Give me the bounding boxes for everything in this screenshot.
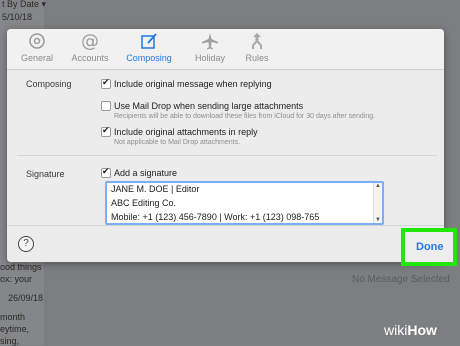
signature-line: ABC Editing Co.: [111, 198, 177, 208]
option-label: Add a signature: [114, 168, 178, 178]
tab-composing[interactable]: Composing: [120, 31, 178, 67]
watermark-how: How: [407, 322, 437, 338]
list-date: 5/10/18: [2, 12, 33, 22]
sort-by-date[interactable]: t By Date ▾: [2, 0, 46, 10]
list-date: 26/09/18: [8, 293, 44, 303]
include-attachments-option[interactable]: Include original attachments in reply: [101, 125, 258, 138]
scroll-up-icon[interactable]: ▲: [375, 183, 381, 189]
use-mail-drop-option[interactable]: Use Mail Drop when sending large attachm…: [101, 100, 304, 112]
tab-holiday[interactable]: Holiday: [190, 31, 230, 67]
scroll-down-icon[interactable]: ▼: [375, 217, 381, 223]
signature-section-label: Signature: [26, 169, 65, 179]
watermark-wiki: wiki: [384, 322, 408, 338]
done-button[interactable]: Done: [416, 241, 444, 253]
list-snippet: eytime,: [0, 324, 30, 334]
option-label: Use Mail Drop when sending large attachm…: [114, 101, 304, 111]
signature-line: Mobile: +1 (123) 456-7890 | Work: +1 (12…: [111, 212, 320, 222]
tab-label: General: [20, 53, 54, 63]
option-label: Include original message when replying: [114, 79, 272, 89]
checkbox-checked[interactable]: [101, 166, 111, 178]
include-original-message-option[interactable]: Include original message when replying: [101, 77, 272, 90]
tab-rules[interactable]: Rules: [239, 31, 275, 67]
at-icon: @: [81, 31, 99, 51]
option-label: Include original attachments in reply: [114, 127, 258, 137]
signature-textarea[interactable]: JANE M. DOE | Editor ABC Editing Co. Mob…: [105, 181, 384, 225]
tab-label: Rules: [245, 53, 269, 63]
dialog-footer: ?: [7, 225, 444, 262]
preferences-dialog: General @ Accounts Composing Holiday Rul…: [7, 29, 444, 262]
checkbox-unchecked[interactable]: [101, 100, 111, 111]
gear-icon: [29, 33, 45, 49]
attachments-note: Not applicable to Mail Drop attachments.: [114, 139, 241, 146]
composing-section-label: Composing: [26, 79, 72, 89]
preferences-toolbar: General @ Accounts Composing Holiday Rul…: [7, 29, 444, 70]
list-snippet: ox: your: [0, 274, 33, 284]
list-snippet: ood things: [0, 262, 42, 272]
compose-icon: [141, 33, 157, 49]
wikihow-watermark: wikiHow: [384, 322, 437, 338]
checkbox-checked[interactable]: [101, 77, 111, 89]
signature-line: JANE M. DOE | Editor: [111, 184, 200, 194]
tab-label: Accounts: [71, 53, 109, 63]
mail-drop-note: Recipients will be able to download thes…: [114, 113, 376, 120]
airplane-icon: [202, 33, 218, 50]
section-divider: [17, 155, 437, 156]
tab-accounts[interactable]: @ Accounts: [65, 31, 115, 67]
svg-text:@: @: [81, 31, 99, 51]
no-message-selected: No Message Selected: [352, 274, 450, 285]
help-button[interactable]: ?: [18, 236, 34, 252]
tab-label: Composing: [126, 53, 172, 63]
list-snippet: month: [0, 312, 26, 322]
done-highlight: Done: [401, 228, 457, 266]
add-signature-option[interactable]: Add a signature: [101, 166, 178, 179]
rules-icon: [252, 33, 262, 49]
tab-general[interactable]: General: [15, 31, 59, 67]
signature-scrollbar[interactable]: ▲ ▼: [373, 183, 382, 223]
checkbox-checked[interactable]: [101, 125, 111, 137]
tab-label: Holiday: [194, 53, 225, 63]
